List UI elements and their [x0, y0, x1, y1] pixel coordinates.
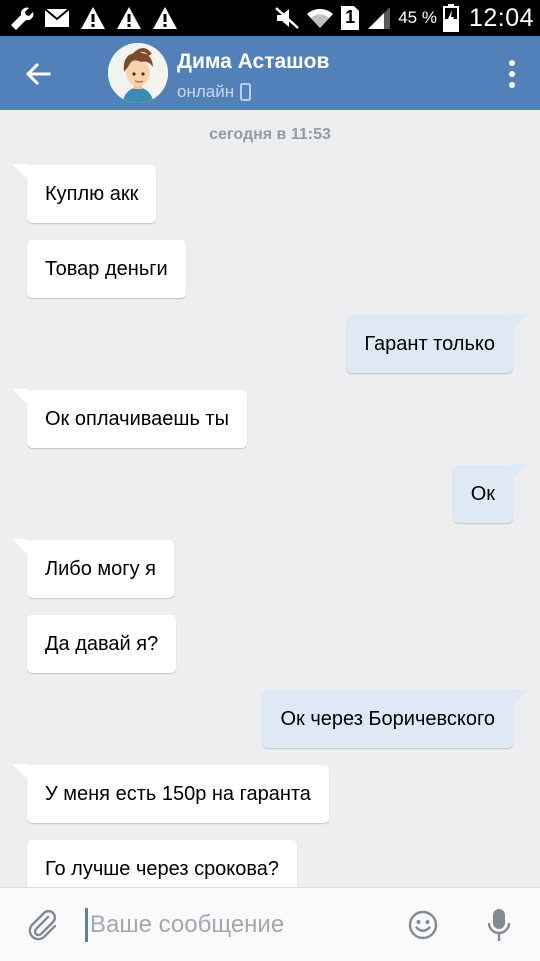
- more-vertical-icon-dot: [509, 71, 515, 77]
- back-arrow-icon: [25, 62, 51, 86]
- message-text: Ок: [470, 482, 495, 505]
- message-input[interactable]: [90, 906, 380, 944]
- message-bubble-incoming[interactable]: Либо могу я: [12, 539, 174, 598]
- message-text: Либо могу я: [45, 557, 156, 580]
- message-bubble-incoming[interactable]: Ок оплачиваешь ты: [12, 389, 247, 448]
- message-bubble-incoming[interactable]: Да давай я?: [27, 615, 177, 673]
- system-icons: 1 45 % 12:04: [274, 0, 534, 36]
- chat-header: Дима Асташов онлайн: [0, 36, 540, 110]
- sim-icon: 1: [340, 5, 360, 31]
- wrench-icon: [11, 7, 34, 30]
- sim-slot-label: 1: [345, 7, 356, 27]
- message-bubble-incoming[interactable]: У меня есть 150р на гаранта: [12, 764, 329, 823]
- warning-icon: [153, 7, 177, 29]
- message-text: У меня есть 150р на гаранта: [45, 782, 311, 805]
- message-bubble-outgoing[interactable]: Гарант только: [346, 314, 528, 373]
- attach-button[interactable]: [26, 908, 60, 942]
- contact-status: онлайн: [177, 82, 252, 102]
- more-vertical-icon-dot: [509, 82, 515, 88]
- message-bubble-outgoing[interactable]: Ок через Боричевского: [262, 689, 528, 748]
- avatar-image: [108, 43, 168, 103]
- message-text: Да давай я?: [45, 632, 159, 655]
- battery-percent: 45 %: [398, 8, 437, 27]
- paperclip-icon: [28, 910, 57, 941]
- message-bubble-incoming[interactable]: Го лучше через срокова?: [27, 840, 298, 887]
- warning-icon: [81, 7, 105, 29]
- back-button[interactable]: [18, 54, 58, 94]
- signal-icon: [368, 7, 391, 29]
- message-bubble-incoming[interactable]: Товар деньги: [27, 240, 186, 298]
- emoji-icon: [408, 910, 438, 940]
- emoji-button[interactable]: [406, 908, 440, 942]
- message-text: Куплю акк: [45, 182, 139, 205]
- message-text: Товар деньги: [45, 257, 168, 280]
- more-vertical-icon: [509, 60, 515, 66]
- message-bubble-incoming[interactable]: Куплю акк: [11, 164, 157, 223]
- contact-name[interactable]: Дима Асташов: [177, 50, 329, 74]
- message-bubble-outgoing[interactable]: Ок: [452, 464, 529, 523]
- mail-icon: [44, 8, 70, 27]
- mobile-phone-icon: [240, 83, 252, 101]
- more-menu-button[interactable]: [498, 52, 526, 96]
- message-text: Го лучше через срокова?: [45, 857, 280, 880]
- avatar[interactable]: [108, 43, 168, 103]
- battery-icon: [442, 4, 459, 32]
- message-list[interactable]: сегодня в 11:53 Куплю акк Товар деньги Г…: [0, 110, 540, 887]
- notification-icons: [8, 4, 178, 32]
- warning-icon: [117, 7, 141, 29]
- wifi-icon: [307, 8, 334, 28]
- message-text: Ок через Боричевского: [280, 707, 495, 730]
- message-text: Ок оплачиваешь ты: [45, 407, 229, 430]
- clock: 12:04: [468, 3, 534, 32]
- compose-bar: [0, 887, 540, 961]
- status-text: онлайн: [177, 82, 235, 101]
- date-separator: сегодня в 11:53: [209, 126, 331, 143]
- microphone-icon: [487, 909, 511, 941]
- message-text: Гарант только: [364, 332, 495, 355]
- status-bar: 1 45 % 12:04: [0, 0, 540, 36]
- voice-message-button[interactable]: [484, 906, 514, 944]
- mute-icon: [275, 7, 300, 29]
- text-cursor: [85, 908, 88, 942]
